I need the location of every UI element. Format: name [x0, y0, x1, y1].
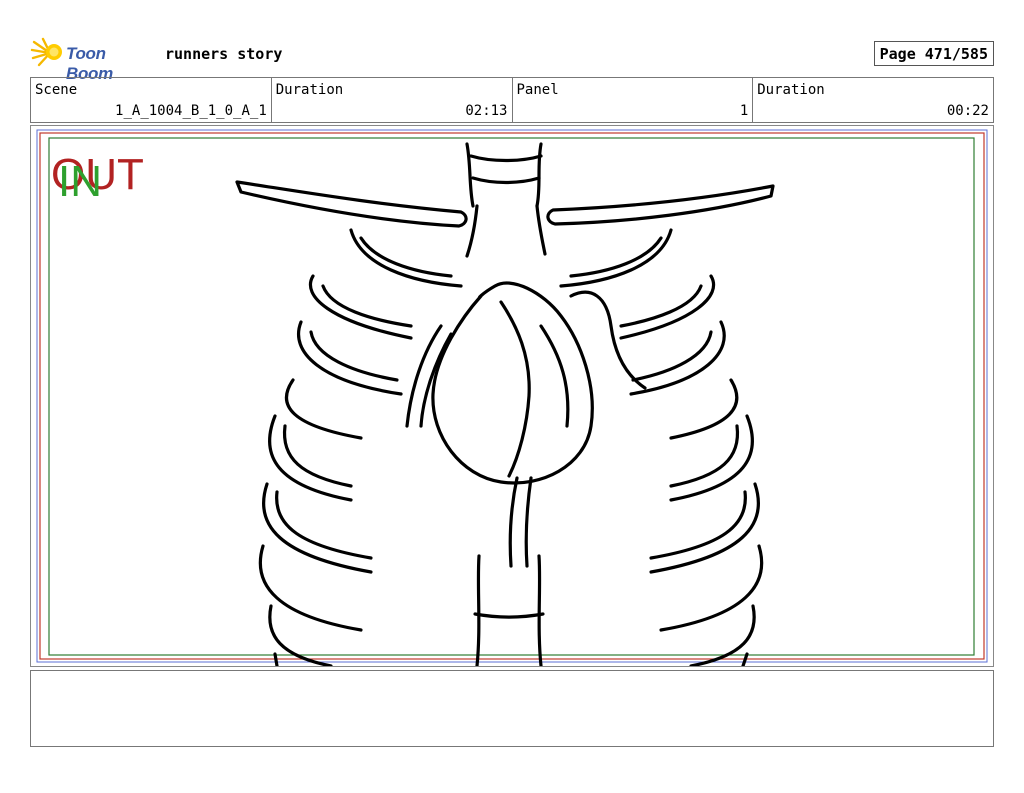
panel-value: 1 — [739, 103, 749, 119]
ribcage-sketch — [235, 142, 775, 666]
panel-notes-box — [30, 670, 994, 747]
scene-info-row: Scene 1_A_1004_B_1_0_A_1 Duration 02:13 … — [30, 77, 994, 123]
panel-label: Panel — [516, 82, 559, 98]
storyboard-panel: OUT IN — [30, 125, 994, 667]
page-indicator: Page 471/585 — [873, 41, 994, 66]
scene-duration-value: 02:13 — [465, 103, 508, 119]
storyboard-header: Toon Boom runners story Page 471/585 — [30, 36, 994, 83]
panel-duration-value: 00:22 — [946, 103, 989, 119]
scene-duration-label: Duration — [275, 82, 344, 98]
panel-cell: Panel 1 — [513, 78, 754, 122]
scene-duration-cell: Duration 02:13 — [272, 78, 513, 122]
action-safe-frame — [36, 129, 988, 663]
camera-frame — [48, 137, 975, 656]
toon-boom-logo: Toon Boom — [30, 36, 156, 83]
starburst-icon — [30, 37, 62, 67]
scene-cell: Scene 1_A_1004_B_1_0_A_1 — [31, 78, 272, 122]
scene-value: 1_A_1004_B_1_0_A_1 — [115, 103, 267, 119]
title-safe-frame — [39, 132, 985, 660]
project-title: runners story — [165, 45, 283, 63]
panel-drawing: OUT IN — [36, 129, 988, 666]
scene-label: Scene — [35, 82, 78, 98]
in-marker: IN — [58, 157, 102, 206]
panel-duration-label: Duration — [757, 82, 825, 98]
panel-duration-cell: Duration 00:22 — [753, 78, 993, 122]
